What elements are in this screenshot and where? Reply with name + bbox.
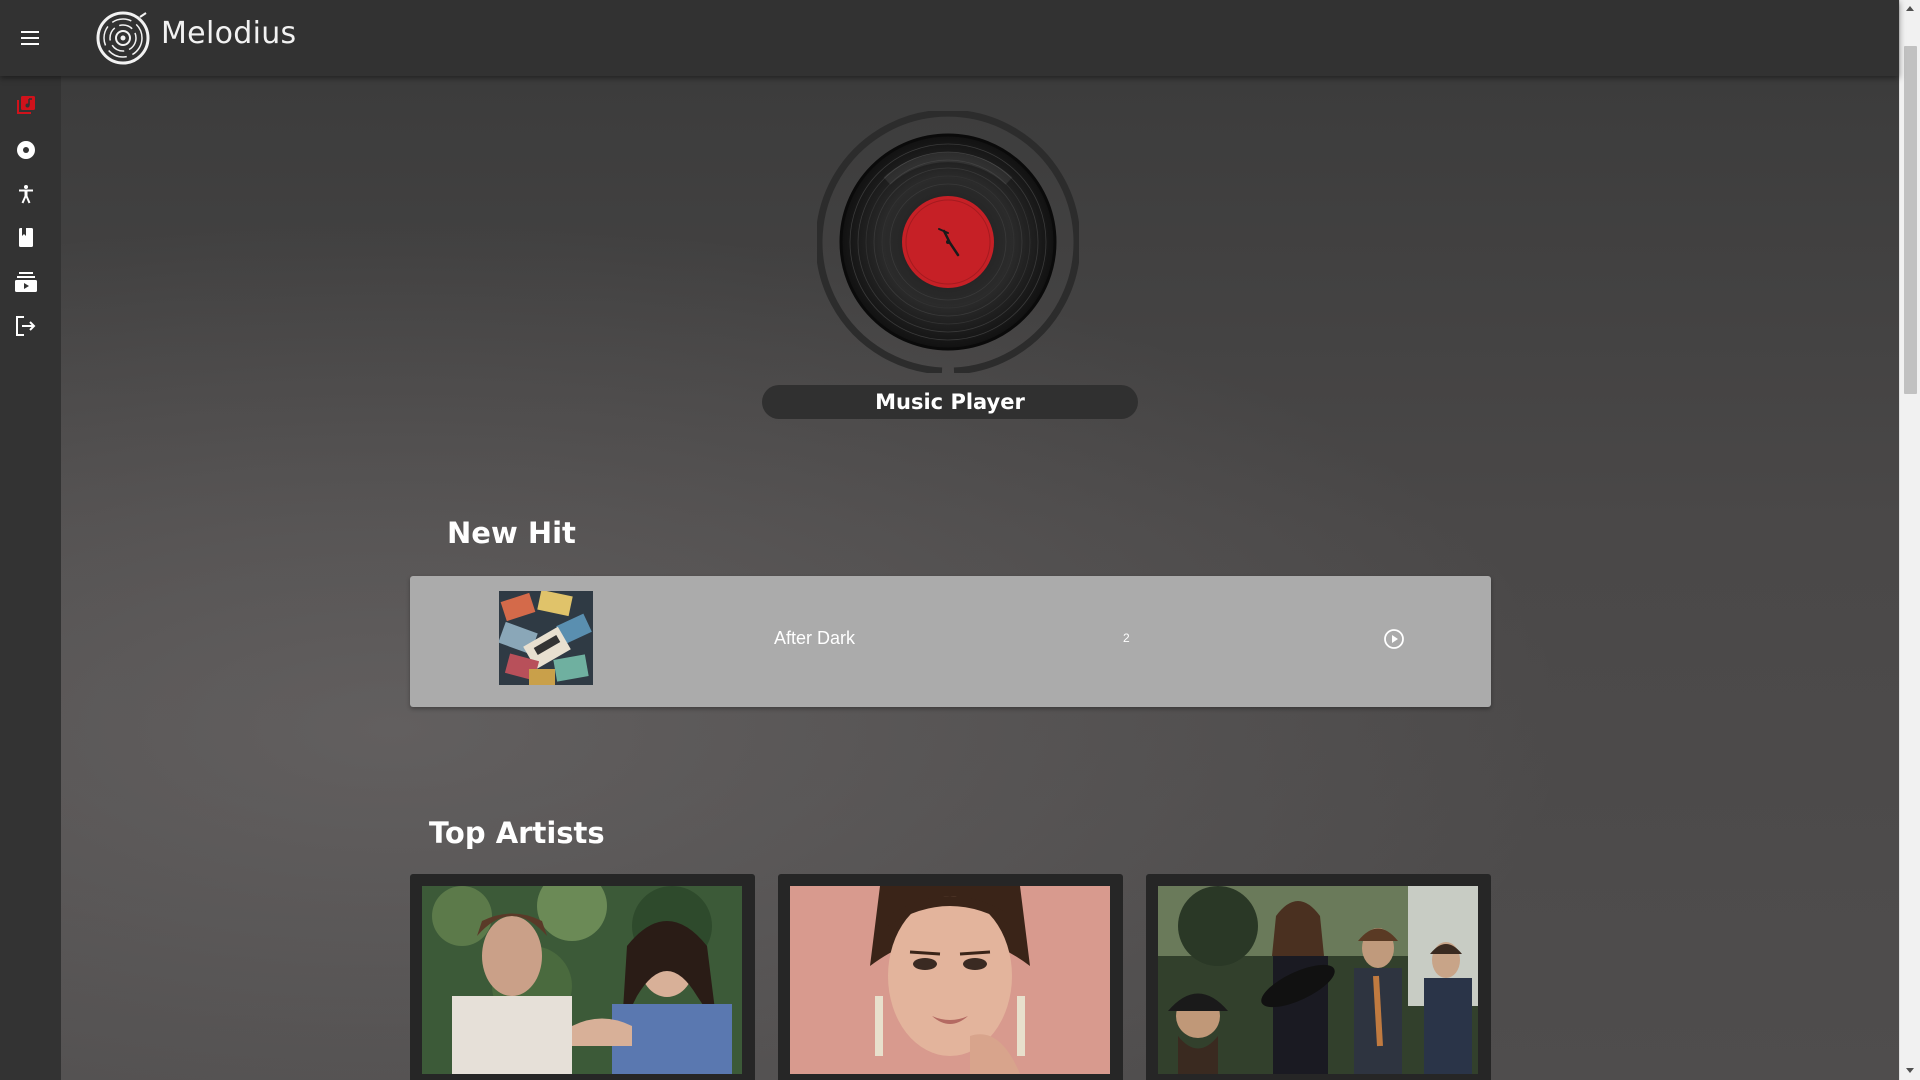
female-singer-photo [790, 886, 1110, 1074]
band-group-photo [1158, 886, 1478, 1074]
sidebar-item-logout[interactable] [13, 313, 39, 339]
track-count: 2 [1123, 631, 1130, 645]
scroll-down-arrow-icon[interactable] [1906, 1068, 1914, 1073]
artist-card-2[interactable] [778, 874, 1123, 1080]
menu-button[interactable] [14, 24, 46, 52]
vinyl-logo-icon[interactable] [96, 11, 150, 65]
sidebar-item-playlists[interactable] [13, 269, 39, 295]
book-icon [19, 228, 33, 247]
music-player-title: Music Player [762, 385, 1138, 419]
track-title[interactable]: After Dark [774, 628, 855, 649]
duo-artist-photo [422, 886, 742, 1074]
hamburger-menu-icon [21, 31, 39, 45]
sidebar-item-artists[interactable] [13, 181, 39, 207]
play-circle-icon[interactable] [1382, 627, 1406, 651]
page-scrollbar[interactable] [1899, 0, 1920, 1080]
sidebar-nav [0, 76, 61, 1080]
scroll-up-arrow-icon[interactable] [1906, 6, 1914, 11]
track-cover-image [499, 591, 593, 685]
top-app-bar: Melodius [0, 0, 1899, 76]
logout-icon [16, 316, 36, 336]
playlist-stack-icon [15, 272, 37, 292]
sidebar-item-albums[interactable] [13, 137, 39, 163]
album-icon [17, 141, 35, 159]
app-brand-name[interactable]: Melodius [161, 16, 296, 51]
main-content: Music Player New Hit After Dark 2 Top Ar… [61, 76, 1899, 1080]
artist-figure-icon [19, 185, 33, 204]
new-hit-heading: New Hit [447, 516, 576, 550]
top-artists-heading: Top Artists [429, 816, 605, 850]
artist-card-3[interactable] [1146, 874, 1491, 1080]
library-music-icon [17, 96, 35, 114]
scrollbar-thumb[interactable] [1904, 46, 1917, 394]
new-hit-track-row[interactable]: After Dark 2 [410, 576, 1491, 707]
sidebar-item-library[interactable] [13, 92, 39, 118]
artist-card-1[interactable] [410, 874, 755, 1080]
sidebar-item-book[interactable] [13, 225, 39, 251]
vinyl-record-icon[interactable] [817, 111, 1079, 373]
